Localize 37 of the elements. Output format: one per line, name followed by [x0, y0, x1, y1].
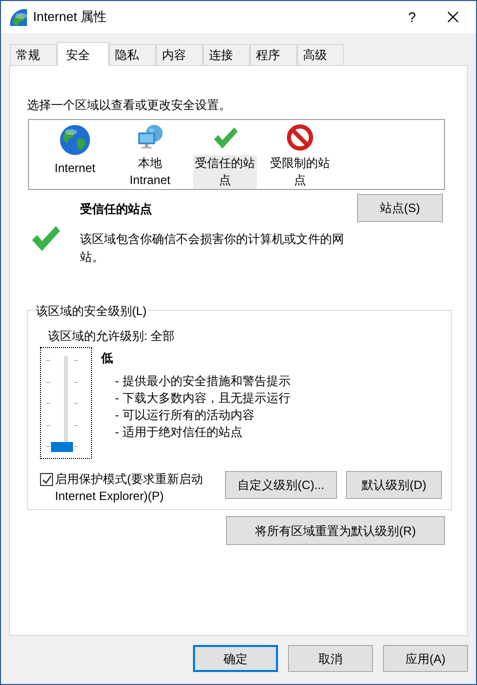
- dialog-button[interactable]: 确定: [193, 645, 278, 672]
- level-description: - 适用于绝对信任的站点: [115, 424, 244, 441]
- zone-item[interactable]: 本地 Intranet: [118, 124, 182, 189]
- level-description: - 提供最小的安全措施和警告提示: [115, 373, 290, 390]
- zone-title: 受信任的站点: [80, 201, 153, 218]
- dialog-button[interactable]: 取消: [288, 645, 373, 672]
- tab[interactable]: 内容: [156, 44, 203, 65]
- zone-item[interactable]: 受限制的站点: [268, 124, 332, 189]
- custom-level-button[interactable]: 自定义级别(C)...: [225, 471, 337, 499]
- tab[interactable]: 连接: [203, 44, 250, 65]
- level-description: - 下载大多数内容，且无提示运行: [115, 390, 290, 407]
- checkbox[interactable]: [40, 473, 53, 486]
- group-label: 该区域的安全级别(L): [35, 302, 148, 320]
- close-icon: [447, 11, 459, 23]
- app-icon: [9, 8, 27, 26]
- default-level-button[interactable]: 默认级别(D): [346, 471, 442, 499]
- tab[interactable]: 常规: [10, 44, 57, 65]
- tab[interactable]: 程序: [250, 44, 297, 65]
- zone-item[interactable]: Internet: [43, 124, 107, 189]
- security-slider[interactable]: [40, 347, 92, 459]
- window-title: Internet 属性: [33, 8, 107, 26]
- tab[interactable]: 高级: [297, 44, 344, 65]
- slider-thumb[interactable]: [51, 442, 73, 452]
- checkbox-label: 启用保护模式(要求重新启动 Internet Explorer)(P): [55, 471, 204, 505]
- tab[interactable]: 隐私: [109, 44, 156, 65]
- globe-icon: [59, 124, 91, 156]
- zone-prompt: 选择一个区域以查看或更改安全设置。: [27, 97, 232, 114]
- level-description: - 可以运行所有的活动内容: [115, 407, 256, 424]
- dialog-button[interactable]: 应用(A): [383, 645, 468, 672]
- help-button[interactable]: ?: [394, 3, 430, 31]
- level-name: 低: [101, 350, 114, 367]
- tab[interactable]: 安全: [57, 42, 109, 66]
- sites-button[interactable]: 站点(S): [357, 194, 443, 222]
- forbidden-icon: [284, 124, 316, 151]
- reset-all-button[interactable]: 将所有区域重置为默认级别(R): [226, 516, 445, 545]
- allowed-levels: 该区域的允许级别: 全部: [48, 328, 176, 345]
- zone-description: 该区域包含你确信不会损害你的计算机或文件的网站。: [80, 231, 345, 266]
